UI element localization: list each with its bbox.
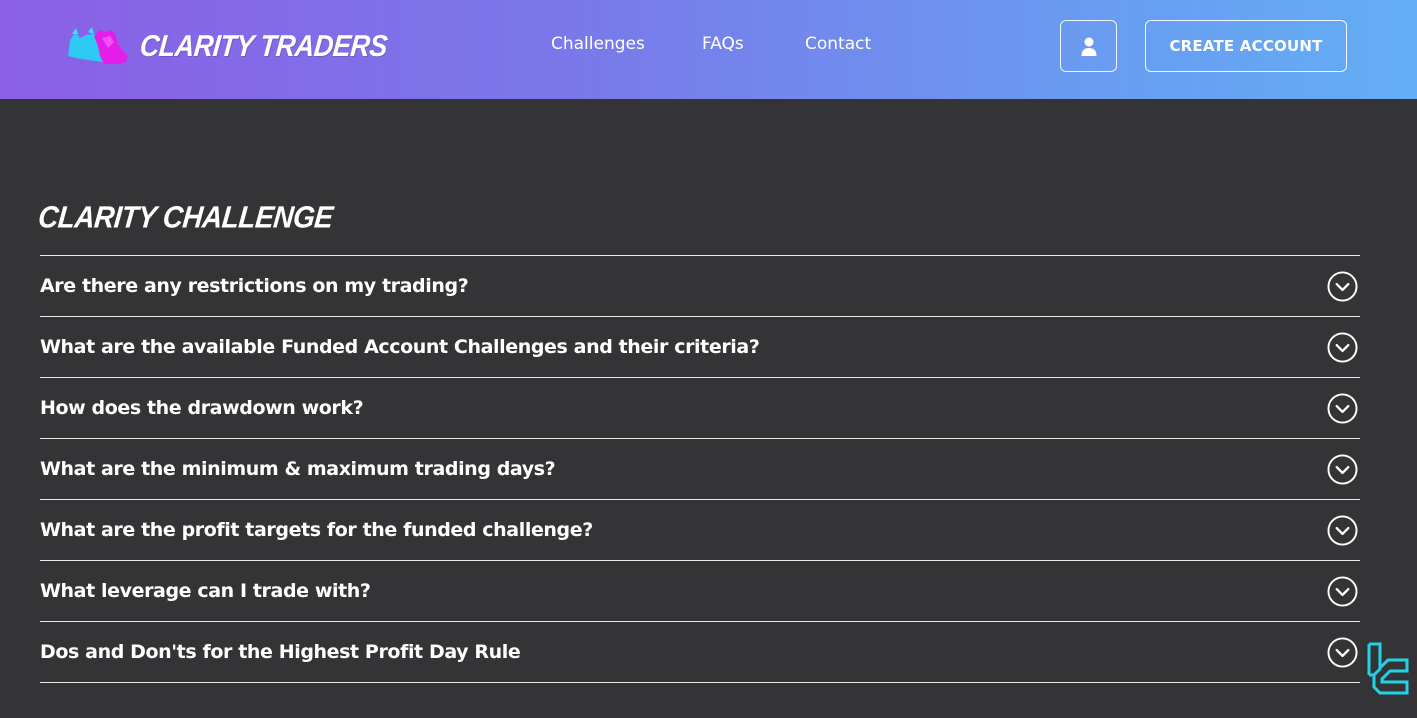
faq-question: What are the available Funded Account Ch… [40,336,760,358]
faq-item[interactable]: How does the drawdown work? [40,378,1360,439]
chevron-down-circle-icon[interactable] [1327,514,1358,546]
faq-item[interactable]: Are there any restrictions on my trading… [40,256,1360,317]
section-title: CLARITY CHALLENGE [36,200,335,235]
brand-name: CLARITY TRADERS [138,28,389,63]
chevron-down-circle-icon[interactable] [1327,575,1358,607]
create-account-button[interactable]: CREATE ACCOUNT [1145,20,1347,72]
account-button[interactable] [1060,20,1117,72]
faq-question: Dos and Don'ts for the Highest Profit Da… [40,641,521,663]
faq-question: What are the minimum & maximum trading d… [40,458,556,480]
chevron-down-circle-icon[interactable] [1327,636,1358,668]
chevron-down-circle-icon[interactable] [1327,453,1358,485]
chevron-down-circle-icon[interactable] [1327,392,1358,424]
bull-bear-logo-icon [68,27,128,64]
faq-question: What are the profit targets for the fund… [40,519,593,541]
faq-list: Are there any restrictions on my trading… [40,255,1360,683]
brand-logo[interactable]: CLARITY TRADERS [66,24,389,68]
faq-item[interactable]: What are the profit targets for the fund… [40,500,1360,561]
chevron-down-circle-icon[interactable] [1327,270,1358,302]
tc-watermark-icon [1367,642,1409,695]
faq-item[interactable]: What leverage can I trade with? [40,561,1360,622]
chevron-down-circle-icon[interactable] [1327,331,1358,363]
faq-item[interactable]: Dos and Don'ts for the Highest Profit Da… [40,622,1360,683]
user-icon [1081,37,1096,56]
site-header: CLARITY TRADERS Challenges FAQs Contact … [0,0,1417,99]
nav-faqs[interactable]: FAQs [702,34,744,54]
faq-question: Are there any restrictions on my trading… [40,275,469,297]
faq-item[interactable]: What are the minimum & maximum trading d… [40,439,1360,500]
faq-question: What leverage can I trade with? [40,580,371,602]
faq-question: How does the drawdown work? [40,397,364,419]
nav-contact[interactable]: Contact [805,34,871,54]
nav-challenges[interactable]: Challenges [551,34,645,54]
faq-item[interactable]: What are the available Funded Account Ch… [40,317,1360,378]
